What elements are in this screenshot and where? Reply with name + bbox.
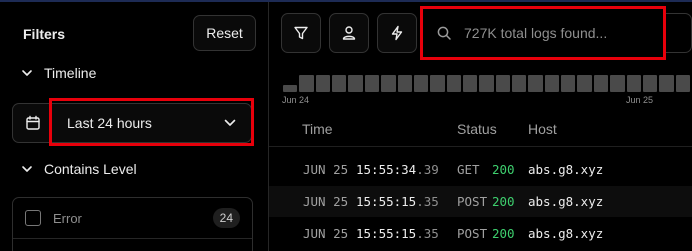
row-method: POST <box>457 226 488 241</box>
contains-level-label: Contains Level <box>44 161 137 177</box>
level-label: Error <box>53 210 82 226</box>
level-filter-list: Error 24 <box>12 197 253 251</box>
histogram-end-label: Jun 25 <box>626 95 654 105</box>
histogram-bar[interactable] <box>626 75 641 92</box>
histogram-bar[interactable] <box>283 85 298 92</box>
histogram-bar[interactable] <box>593 75 609 92</box>
log-volume-histogram <box>283 72 692 92</box>
time-range-select[interactable]: Last 24 hours <box>51 103 252 143</box>
histogram-bar[interactable] <box>446 75 461 92</box>
histogram-bar[interactable] <box>512 75 527 92</box>
table-row[interactable]: JUN 25 15:55:15.35 POST 200 abs.g8.xyz <box>269 186 692 217</box>
search-placeholder: 727K total logs found... <box>464 25 608 41</box>
histogram-bar[interactable] <box>675 75 690 92</box>
calendar-icon <box>25 115 40 130</box>
histogram-bar[interactable] <box>528 75 543 92</box>
row-status: 200 <box>492 226 515 241</box>
row-time: 15:55:15.35 <box>356 226 439 241</box>
user-button[interactable] <box>329 13 369 53</box>
histogram-bar[interactable] <box>659 75 674 92</box>
histogram-bar[interactable] <box>642 75 658 92</box>
row-date: JUN 25 <box>303 162 349 177</box>
search-box-edge <box>666 13 692 53</box>
live-mode-button[interactable] <box>377 13 417 53</box>
histogram-bar[interactable] <box>495 75 511 92</box>
header-divider <box>269 146 692 147</box>
filter-icon <box>294 26 308 40</box>
row-time: 15:55:15.35 <box>356 194 439 209</box>
histogram-bar[interactable] <box>430 75 445 92</box>
level-checkbox[interactable] <box>25 210 41 226</box>
calendar-button[interactable] <box>12 103 52 143</box>
timeline-label: Timeline <box>44 65 97 81</box>
chevron-down-icon <box>22 166 32 172</box>
row-method: GET <box>457 162 480 177</box>
lightning-icon <box>391 25 403 41</box>
histogram-bar[interactable] <box>577 75 592 92</box>
row-method: POST <box>457 194 488 209</box>
row-time: 15:55:34.39 <box>356 162 439 177</box>
histogram-bar[interactable] <box>397 75 412 92</box>
histogram-bar[interactable] <box>413 75 429 92</box>
row-date: JUN 25 <box>303 226 349 241</box>
row-host: abs.g8.xyz <box>528 226 604 241</box>
level-count-badge: 24 <box>212 208 240 228</box>
column-header-time[interactable]: Time <box>302 121 333 137</box>
histogram-bar[interactable] <box>381 75 396 92</box>
histogram-bar[interactable] <box>348 75 363 92</box>
histogram-bar[interactable] <box>479 75 494 92</box>
contains-level-section-toggle[interactable]: Contains Level <box>20 161 137 177</box>
histogram-bar[interactable] <box>364 75 380 92</box>
filter-toggle-button[interactable] <box>281 13 321 53</box>
chevron-down-icon <box>22 70 32 76</box>
row-host: abs.g8.xyz <box>528 194 604 209</box>
row-status: 200 <box>492 194 515 209</box>
table-row[interactable]: JUN 25 15:55:34.39 GET 200 abs.g8.xyz <box>269 154 692 185</box>
histogram-bar[interactable] <box>299 75 314 92</box>
row-host: abs.g8.xyz <box>528 162 604 177</box>
histogram-bar[interactable] <box>332 75 347 92</box>
search-input[interactable]: 727K total logs found... <box>420 7 666 59</box>
row-status: 200 <box>492 162 515 177</box>
chevron-down-icon <box>224 119 236 126</box>
column-header-status[interactable]: Status <box>457 121 497 137</box>
time-range-value: Last 24 hours <box>67 115 152 131</box>
user-icon <box>342 26 356 40</box>
histogram-start-label: Jun 24 <box>282 95 310 105</box>
histogram-bar[interactable] <box>610 75 625 92</box>
row-date: JUN 25 <box>303 194 349 209</box>
histogram-bar[interactable] <box>462 75 478 92</box>
timeline-section-toggle[interactable]: Timeline <box>20 65 96 81</box>
histogram-bar[interactable] <box>561 75 576 92</box>
filters-title: Filters <box>23 26 66 42</box>
reset-button[interactable]: Reset <box>193 15 256 51</box>
histogram-bar[interactable] <box>315 75 331 92</box>
histogram-bar[interactable] <box>544 75 560 92</box>
table-row[interactable]: JUN 25 15:55:15.35 POST 200 abs.g8.xyz <box>269 218 692 249</box>
column-header-host[interactable]: Host <box>528 121 557 137</box>
search-icon <box>437 26 451 40</box>
level-option-error[interactable]: Error 24 <box>13 198 252 239</box>
